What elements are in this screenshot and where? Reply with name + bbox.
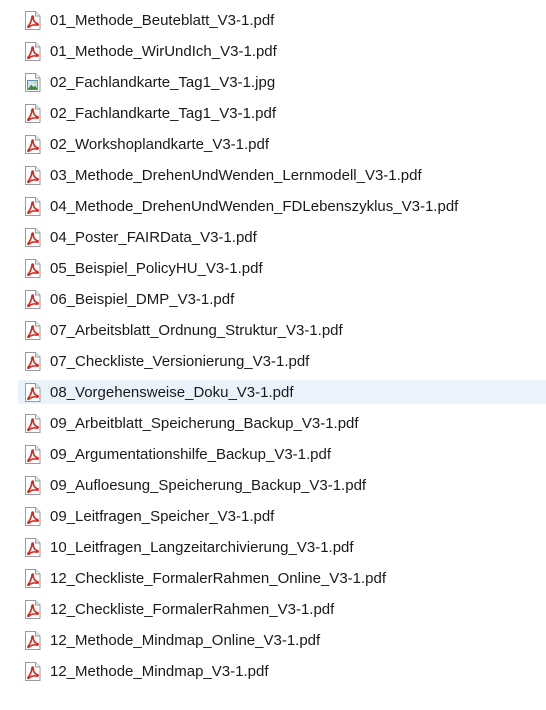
pdf-file-icon: [25, 475, 41, 495]
pdf-file-icon: [25, 413, 41, 433]
file-name: 12_Checkliste_FormalerRahmen_V3-1.pdf: [50, 600, 335, 618]
pdf-file-icon: [25, 506, 41, 526]
pdf-file-icon: [25, 630, 41, 650]
file-name: 09_Argumentationshilfe_Backup_V3-1.pdf: [50, 445, 332, 463]
file-name: 02_Workshoplandkarte_V3-1.pdf: [50, 135, 270, 153]
file-name: 06_Beispiel_DMP_V3-1.pdf: [50, 290, 235, 308]
file-name: 09_Arbeitblatt_Speicherung_Backup_V3-1.p…: [50, 414, 359, 432]
file-name: 07_Checkliste_Versionierung_V3-1.pdf: [50, 352, 310, 370]
file-name: 08_Vorgehensweise_Doku_V3-1.pdf: [50, 383, 294, 401]
file-row[interactable]: 05_Beispiel_PolicyHU_V3-1.pdf: [18, 256, 546, 280]
file-name: 01_Methode_Beuteblatt_V3-1.pdf: [50, 11, 275, 29]
file-row[interactable]: 01_Methode_Beuteblatt_V3-1.pdf: [18, 8, 546, 32]
file-name: 07_Arbeitsblatt_Ordnung_Struktur_V3-1.pd…: [50, 321, 343, 339]
file-row[interactable]: 09_Aufloesung_Speicherung_Backup_V3-1.pd…: [18, 473, 546, 497]
pdf-file-icon: [25, 661, 41, 681]
file-row[interactable]: 02_Workshoplandkarte_V3-1.pdf: [18, 132, 546, 156]
file-row[interactable]: 12_Checkliste_FormalerRahmen_V3-1.pdf: [18, 597, 546, 621]
pdf-file-icon: [25, 103, 41, 123]
file-row[interactable]: 06_Beispiel_DMP_V3-1.pdf: [18, 287, 546, 311]
pdf-file-icon: [25, 568, 41, 588]
pdf-file-icon: [25, 599, 41, 619]
file-name: 03_Methode_DrehenUndWenden_Lernmodell_V3…: [50, 166, 422, 184]
pdf-file-icon: [25, 351, 41, 371]
file-row[interactable]: 03_Methode_DrehenUndWenden_Lernmodell_V3…: [18, 163, 546, 187]
file-row[interactable]: 04_Poster_FAIRData_V3-1.pdf: [18, 225, 546, 249]
file-row[interactable]: 10_Leitfragen_Langzeitarchivierung_V3-1.…: [18, 535, 546, 559]
file-name: 12_Methode_Mindmap_Online_V3-1.pdf: [50, 631, 321, 649]
file-row[interactable]: 12_Methode_Mindmap_V3-1.pdf: [18, 659, 546, 683]
file-row[interactable]: 12_Methode_Mindmap_Online_V3-1.pdf: [18, 628, 546, 652]
pdf-file-icon: [25, 41, 41, 61]
file-name: 04_Poster_FAIRData_V3-1.pdf: [50, 228, 257, 246]
pdf-file-icon: [25, 320, 41, 340]
file-name: 04_Methode_DrehenUndWenden_FDLebenszyklu…: [50, 197, 459, 215]
file-row[interactable]: 08_Vorgehensweise_Doku_V3-1.pdf: [18, 380, 546, 404]
pdf-file-icon: [25, 382, 41, 402]
file-name: 02_Fachlandkarte_Tag1_V3-1.jpg: [50, 73, 276, 91]
image-file-icon: [25, 72, 41, 92]
pdf-file-icon: [25, 444, 41, 464]
pdf-file-icon: [25, 196, 41, 216]
file-row[interactable]: 01_Methode_WirUndIch_V3-1.pdf: [18, 39, 546, 63]
file-name: 05_Beispiel_PolicyHU_V3-1.pdf: [50, 259, 263, 277]
file-name: 09_Aufloesung_Speicherung_Backup_V3-1.pd…: [50, 476, 367, 494]
file-name: 09_Leitfragen_Speicher_V3-1.pdf: [50, 507, 275, 525]
pdf-file-icon: [25, 289, 41, 309]
pdf-file-icon: [25, 134, 41, 154]
file-row[interactable]: 07_Checkliste_Versionierung_V3-1.pdf: [18, 349, 546, 373]
pdf-file-icon: [25, 165, 41, 185]
file-row[interactable]: 04_Methode_DrehenUndWenden_FDLebenszyklu…: [18, 194, 546, 218]
file-row[interactable]: 02_Fachlandkarte_Tag1_V3-1.pdf: [18, 101, 546, 125]
file-name: 12_Checkliste_FormalerRahmen_Online_V3-1…: [50, 569, 387, 587]
pdf-file-icon: [25, 227, 41, 247]
file-list: 01_Methode_Beuteblatt_V3-1.pdf 01_Method…: [0, 0, 546, 710]
pdf-file-icon: [25, 537, 41, 557]
pdf-file-icon: [25, 258, 41, 278]
file-row[interactable]: 07_Arbeitsblatt_Ordnung_Struktur_V3-1.pd…: [18, 318, 546, 342]
file-row[interactable]: 09_Argumentationshilfe_Backup_V3-1.pdf: [18, 442, 546, 466]
file-row[interactable]: 09_Arbeitblatt_Speicherung_Backup_V3-1.p…: [18, 411, 546, 435]
file-row[interactable]: 02_Fachlandkarte_Tag1_V3-1.jpg: [18, 70, 546, 94]
file-row[interactable]: 09_Leitfragen_Speicher_V3-1.pdf: [18, 504, 546, 528]
file-name: 12_Methode_Mindmap_V3-1.pdf: [50, 662, 269, 680]
pdf-file-icon: [25, 10, 41, 30]
file-row[interactable]: 12_Checkliste_FormalerRahmen_Online_V3-1…: [18, 566, 546, 590]
file-name: 10_Leitfragen_Langzeitarchivierung_V3-1.…: [50, 538, 354, 556]
file-name: 01_Methode_WirUndIch_V3-1.pdf: [50, 42, 277, 60]
file-name: 02_Fachlandkarte_Tag1_V3-1.pdf: [50, 104, 276, 122]
